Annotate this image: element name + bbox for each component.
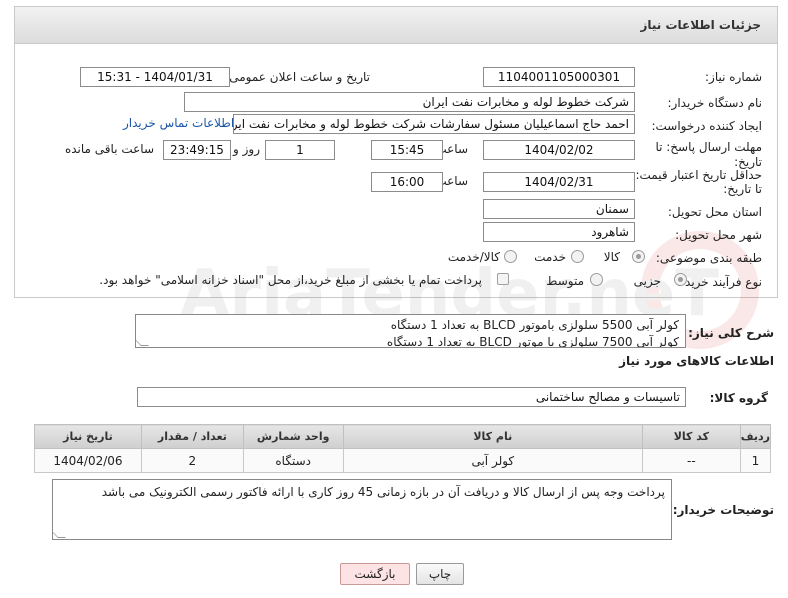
cell-code: -- bbox=[641, 448, 741, 473]
goods-section-title: اطلاعات کالاهای مورد نیاز bbox=[619, 354, 774, 368]
goods-table-header: ردیف کد کالا نام کالا واحد شمارش تعداد /… bbox=[34, 424, 772, 449]
treasury-payment-note: پرداخت تمام یا بخشی از مبلغ خرید،از محل … bbox=[99, 273, 482, 287]
buyer-org-field: شرکت خطوط لوله و مخابرات نفت ایران bbox=[184, 92, 635, 112]
description-textarea[interactable]: کولر آبی 5500 سلولزی باموتور BLCD به تعد… bbox=[135, 314, 686, 348]
process-option-medium: متوسط bbox=[546, 274, 584, 288]
description-line-2: کولر آبی 7500 سلولزی با موتور BLCD به تع… bbox=[386, 335, 679, 348]
category-radio-goods-service[interactable] bbox=[504, 250, 517, 263]
cell-date: 1404/02/06 bbox=[34, 448, 142, 473]
need-number-label: شماره نیاز: bbox=[705, 70, 762, 84]
category-label: طبقه بندی موضوعی: bbox=[655, 251, 762, 265]
time-remaining-label: ساعت باقی مانده bbox=[64, 142, 154, 156]
col-code: کد کالا bbox=[641, 424, 741, 449]
price-validity-label-line1: حداقل تاریخ اعتبار قیمت: bbox=[635, 168, 762, 182]
announce-label: تاریخ و ساعت اعلان عمومی: bbox=[225, 70, 370, 84]
goods-table: ردیف کد کالا نام کالا واحد شمارش تعداد /… bbox=[34, 424, 772, 473]
announce-datetime-field: 1404/01/31 - 15:31 bbox=[80, 67, 230, 87]
need-number-field: 1104001105000301 bbox=[483, 67, 635, 87]
city-label: شهر محل تحویل: bbox=[675, 228, 762, 242]
price-validity-date-field: 1404/02/31 bbox=[483, 172, 635, 192]
province-label: استان محل تحویل: bbox=[667, 205, 762, 219]
category-option-goods: کالا bbox=[603, 250, 620, 264]
buyer-contact-link[interactable]: اطلاعات تماس خریدار bbox=[123, 116, 234, 130]
deadline-label-line2: تاریخ: bbox=[734, 155, 762, 169]
col-name: نام کالا bbox=[342, 424, 643, 449]
category-radio-service[interactable] bbox=[571, 250, 584, 263]
province-field: سمنان bbox=[483, 199, 635, 219]
buyer-notes-textarea[interactable]: پرداخت وجه پس از ارسال کالا و دریافت آن … bbox=[52, 479, 672, 540]
price-validity-label-line2: تا تاریخ: bbox=[723, 182, 762, 196]
goods-group-label: گروه کالا: bbox=[709, 391, 768, 405]
process-radio-medium[interactable] bbox=[590, 273, 603, 286]
description-line-1: کولر آبی 5500 سلولزی باموتور BLCD به تعد… bbox=[390, 318, 679, 332]
cell-unit: دستگاه bbox=[242, 448, 344, 473]
category-option-goods-service: کالا/خدمت bbox=[447, 250, 500, 264]
process-label: نوع فرآیند خرید : bbox=[677, 275, 762, 289]
col-row: ردیف bbox=[739, 424, 772, 449]
col-qty: تعداد / مقدار bbox=[140, 424, 244, 449]
buyer-org-label: نام دستگاه خریدار: bbox=[667, 96, 763, 110]
panel-title: جزئیات اطلاعات نیاز bbox=[640, 18, 761, 32]
description-label: شرح کلی نیاز: bbox=[688, 326, 774, 340]
treasury-payment-checkbox[interactable] bbox=[497, 273, 509, 285]
print-button[interactable]: چاپ bbox=[416, 563, 464, 585]
goods-group-field: تاسیسات و مصالح ساختمانی bbox=[137, 387, 686, 407]
cell-name: کولر آبی bbox=[342, 448, 643, 473]
deadline-time-field: 15:45 bbox=[371, 140, 443, 160]
days-remaining-field: 1 bbox=[265, 140, 335, 160]
col-date: تاریخ نیاز bbox=[34, 424, 142, 449]
price-validity-time-field: 16:00 bbox=[371, 172, 443, 192]
deadline-date-field: 1404/02/02 bbox=[483, 140, 635, 160]
category-radio-goods[interactable] bbox=[632, 250, 645, 263]
table-row: 1 -- کولر آبی دستگاه 2 1404/02/06 bbox=[34, 448, 772, 473]
city-field: شاهرود bbox=[483, 222, 635, 242]
process-option-minor: جزیی bbox=[633, 274, 661, 288]
buyer-notes-label: توضیحات خریدار: bbox=[672, 503, 774, 517]
back-button[interactable]: بازگشت bbox=[340, 563, 410, 585]
creator-label: ایجاد کننده درخواست: bbox=[651, 119, 762, 133]
col-unit: واحد شمارش bbox=[242, 424, 344, 449]
buyer-notes-text: پرداخت وجه پس از ارسال کالا و دریافت آن … bbox=[101, 485, 665, 499]
cell-qty: 2 bbox=[140, 448, 244, 473]
category-option-service: خدمت bbox=[534, 250, 566, 264]
cell-row: 1 bbox=[739, 448, 772, 473]
days-label: روز و bbox=[233, 142, 260, 156]
deadline-label-line1: مهلت ارسال پاسخ: تا bbox=[655, 140, 762, 154]
time-remaining-field: 23:49:15 bbox=[163, 140, 231, 160]
process-radio-minor[interactable] bbox=[674, 273, 687, 286]
panel-header: جزئیات اطلاعات نیاز bbox=[14, 6, 778, 44]
creator-field: احمد حاج اسماعیلیان مسئول سفارشات شرکت خ… bbox=[233, 114, 635, 134]
resize-handle-icon[interactable] bbox=[53, 530, 66, 538]
